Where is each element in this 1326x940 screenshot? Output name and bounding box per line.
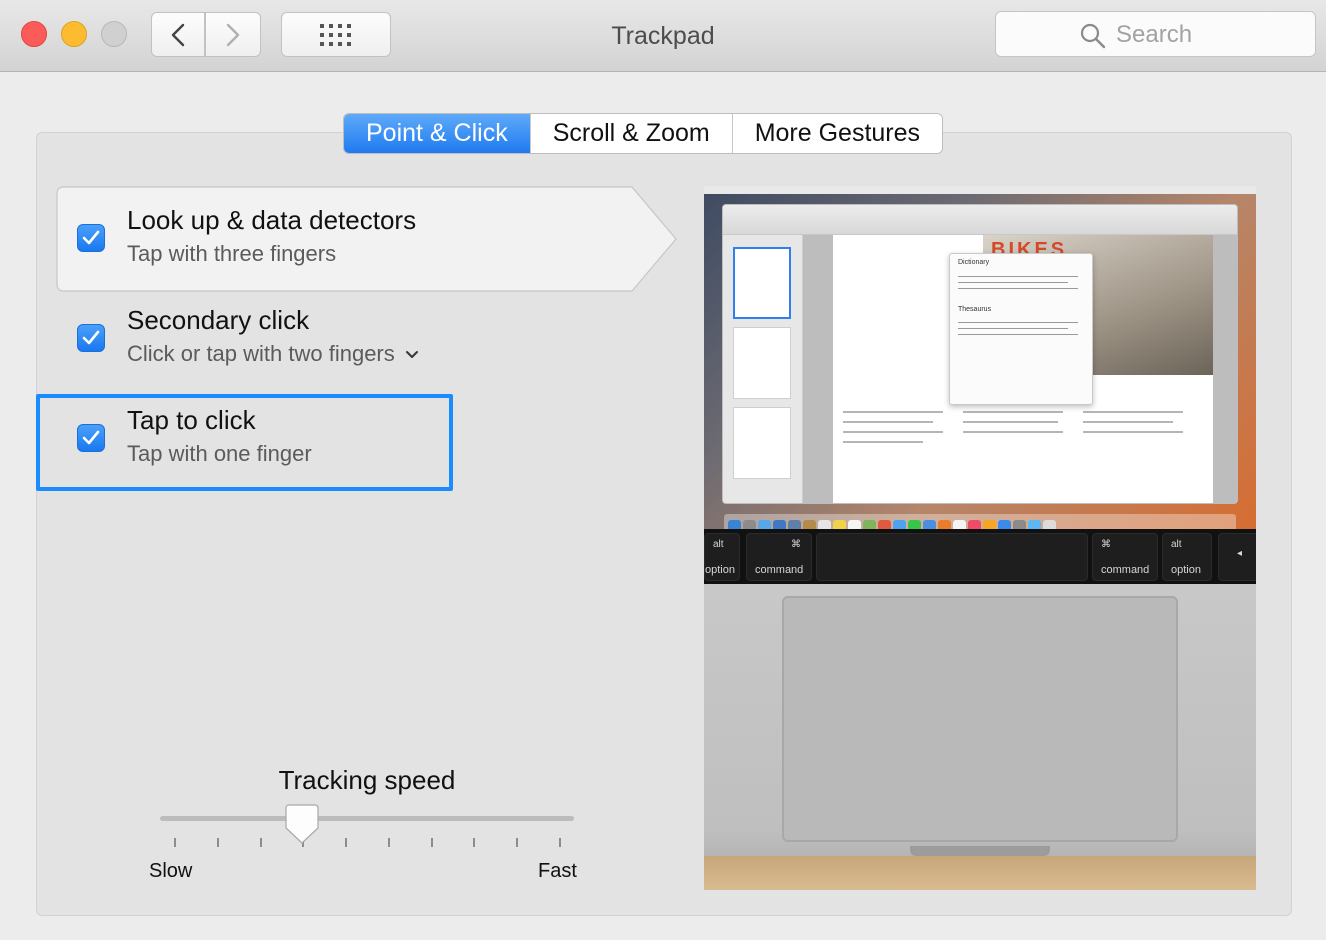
search-field[interactable] bbox=[995, 11, 1316, 57]
text-line bbox=[963, 431, 1063, 433]
focus-ring bbox=[36, 394, 453, 491]
slider-tick bbox=[516, 838, 519, 847]
preview-trackpad bbox=[782, 596, 1178, 842]
tab-scroll-zoom[interactable]: Scroll & Zoom bbox=[529, 114, 732, 153]
preview-lookup-popup: Dictionary Thesaurus bbox=[949, 253, 1093, 405]
option-look-up[interactable]: Look up & data detectors Tap with three … bbox=[57, 186, 637, 291]
preview-key-option: alt option bbox=[1162, 533, 1212, 581]
preview-page-thumb bbox=[733, 327, 791, 399]
text-line bbox=[1083, 431, 1183, 433]
preview-canvas: BIKES Dictionary Thesaurus bbox=[803, 235, 1237, 503]
slider-tick bbox=[216, 838, 219, 847]
popup-heading: Dictionary bbox=[958, 259, 990, 266]
search-icon bbox=[1080, 23, 1106, 49]
secondary-click-dropdown[interactable]: Click or tap with two fingers bbox=[127, 341, 419, 367]
gesture-preview: BIKES Dictionary Thesaurus alt option ⌘ … bbox=[704, 186, 1256, 890]
text-line bbox=[963, 411, 1063, 413]
option-subtitle: Click or tap with two fingers bbox=[127, 341, 395, 366]
tracking-speed-slider[interactable] bbox=[160, 816, 574, 821]
preview-key-command: ⌘ command bbox=[1092, 533, 1158, 581]
preview-notch bbox=[910, 846, 1050, 856]
slider-thumb[interactable] bbox=[285, 804, 319, 844]
text-line bbox=[958, 328, 1068, 329]
preview-app-window: BIKES Dictionary Thesaurus bbox=[722, 204, 1238, 504]
text-line bbox=[963, 421, 1058, 423]
preview-desktop: BIKES Dictionary Thesaurus bbox=[704, 194, 1256, 538]
text-line bbox=[843, 421, 933, 423]
preview-laptop-body bbox=[704, 584, 1256, 890]
text-line bbox=[843, 431, 943, 433]
text-line bbox=[958, 282, 1068, 283]
text-line bbox=[843, 441, 923, 443]
option-secondary-click[interactable]: Secondary click Click or tap with two fi… bbox=[57, 286, 637, 391]
text-line bbox=[1083, 421, 1173, 423]
preview-table bbox=[704, 856, 1256, 890]
option-title: Look up & data detectors bbox=[127, 205, 417, 235]
slider-tick bbox=[387, 838, 390, 847]
slider-tick bbox=[559, 838, 561, 847]
slider-min-label: Slow bbox=[149, 860, 193, 882]
text-line bbox=[1083, 411, 1183, 413]
search-input[interactable] bbox=[1116, 20, 1306, 50]
text-line bbox=[958, 322, 1078, 323]
preview-key-option: alt option bbox=[704, 533, 740, 581]
preview-page-thumb bbox=[733, 407, 791, 479]
title-bar: Trackpad bbox=[0, 0, 1326, 72]
preview-toolbar bbox=[723, 205, 1237, 235]
slider-tick bbox=[259, 838, 262, 847]
slider-tick bbox=[473, 838, 476, 847]
checkmark-icon bbox=[82, 330, 100, 345]
option-subtitle: Tap with three fingers bbox=[127, 241, 337, 266]
tab-bar: Point & Click Scroll & Zoom More Gesture… bbox=[343, 113, 944, 154]
preview-key-space bbox=[816, 533, 1088, 581]
secondary-click-checkbox[interactable] bbox=[77, 324, 105, 352]
slider-max-label: Fast bbox=[538, 860, 577, 882]
slider-tick bbox=[174, 838, 176, 847]
tracking-speed-label: Tracking speed bbox=[278, 765, 456, 795]
preview-page-thumb bbox=[733, 247, 791, 319]
slider-tick bbox=[345, 838, 348, 847]
preview-sidebar bbox=[723, 235, 803, 503]
popup-heading: Thesaurus bbox=[958, 306, 992, 313]
preview-key-command: ⌘ command bbox=[746, 533, 812, 581]
look-up-checkbox[interactable] bbox=[77, 224, 105, 252]
preview-keyboard: alt option ⌘ command ⌘ command alt option ◂ bbox=[704, 529, 1256, 584]
tab-more-gestures[interactable]: More Gestures bbox=[731, 114, 943, 153]
text-line bbox=[843, 411, 943, 413]
text-line bbox=[958, 288, 1078, 289]
preview-key-arrow: ◂ bbox=[1218, 533, 1256, 581]
text-line bbox=[958, 276, 1078, 277]
chevron-down-icon bbox=[405, 351, 418, 359]
slider-tick bbox=[430, 838, 433, 847]
preview-menu-bar bbox=[704, 186, 1256, 194]
text-line bbox=[958, 334, 1078, 335]
tab-point-click[interactable]: Point & Click bbox=[344, 114, 530, 153]
option-title: Secondary click bbox=[127, 305, 310, 335]
checkmark-icon bbox=[82, 230, 100, 245]
